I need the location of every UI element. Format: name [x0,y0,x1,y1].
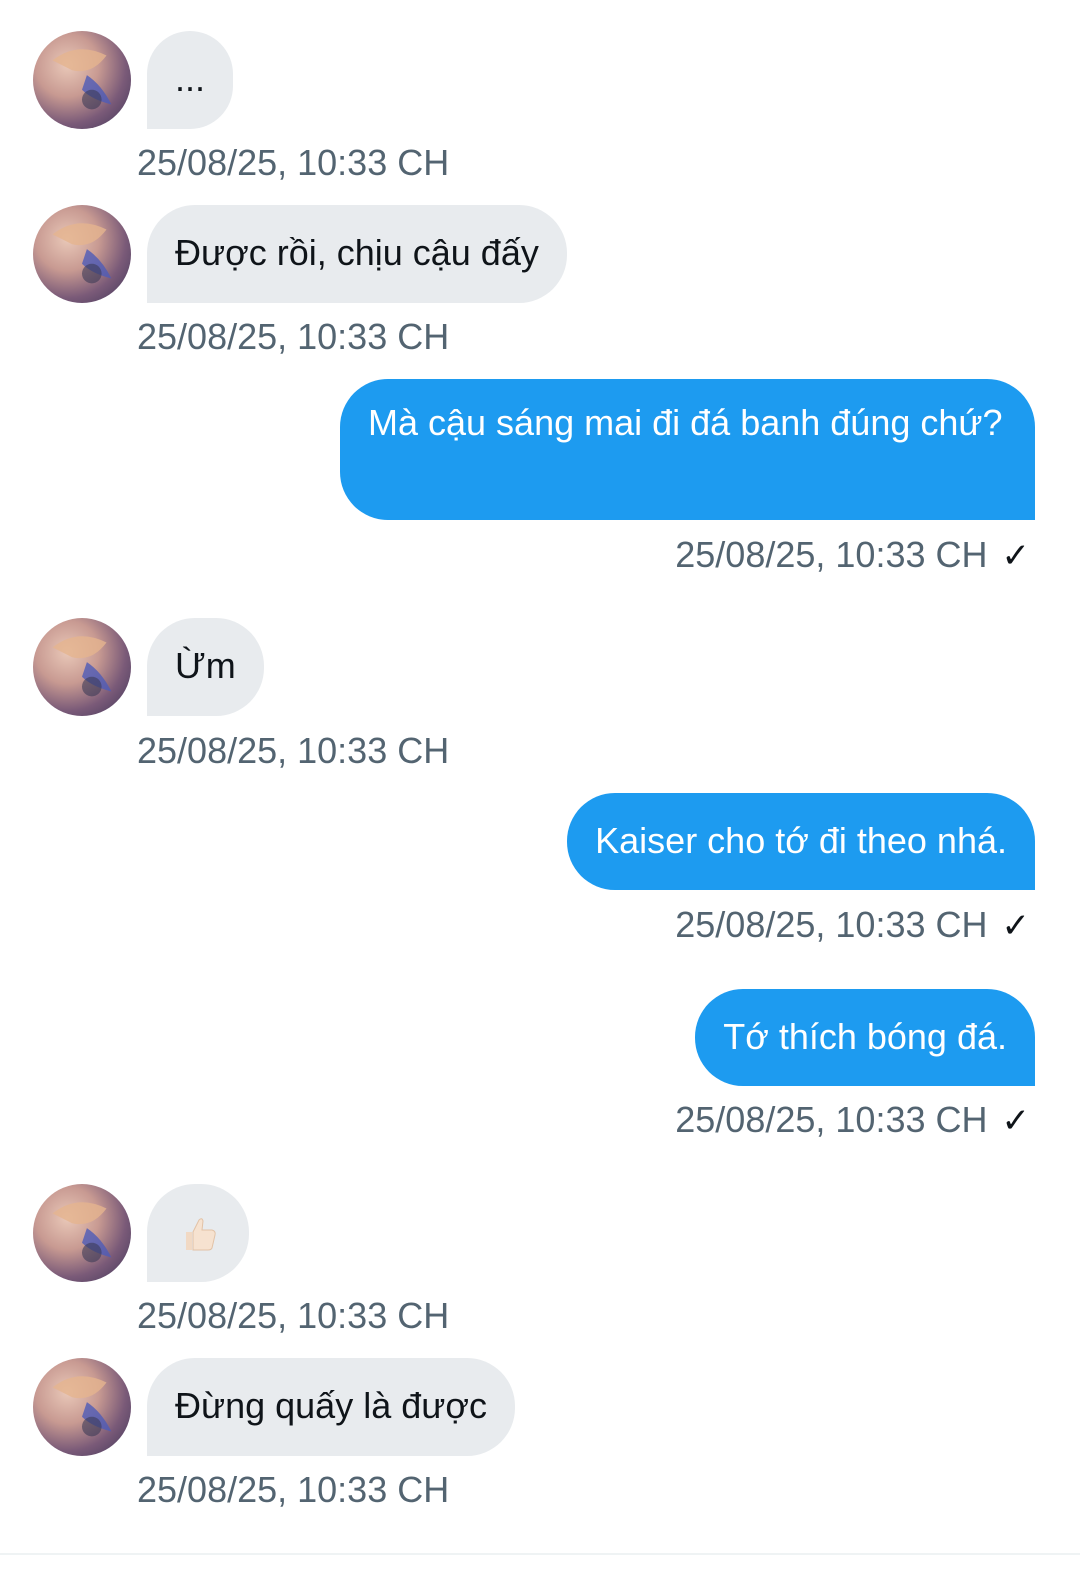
message-timestamp: 25/08/25, 10:33 CH [137,316,450,357]
message-text: Tớ thích bóng đá. [723,1016,1007,1057]
message-timestamp: 25/08/25, 10:33 CH [137,1469,450,1510]
thumbs-up-emoji-icon [186,1218,216,1251]
message-timestamp: 25/08/25, 10:33 CH [675,1099,988,1140]
message-text: ... [175,58,206,99]
contact-avatar[interactable] [33,31,131,129]
message-status-row: 25/08/25, 10:33 CH ✓ [675,535,1030,576]
contact-avatar[interactable] [33,1358,131,1456]
message-timestamp: 25/08/25, 10:33 CH [137,730,450,771]
message-text: Ừm [175,645,236,686]
divider [0,1553,1080,1555]
message-status-row: 25/08/25, 10:33 CH ✓ [675,1100,1030,1141]
check-icon: ✓ [1001,537,1031,575]
message-timestamp: 25/08/25, 10:33 CH [675,534,988,575]
message-text: Đừng quấy là được [175,1385,487,1426]
message-bubble-outgoing[interactable]: Tớ thích bóng đá. [695,989,1035,1086]
message-text: Mà cậu sáng mai đi đá banh đúng chứ? [368,402,1003,443]
message-text: Được rồi, chịu cậu đấy [175,232,539,273]
contact-avatar[interactable] [33,1184,131,1282]
message-timestamp: 25/08/25, 10:33 CH [137,142,450,183]
chat-thread: ... 25/08/25, 10:33 CH Được rồi, chịu cậ… [0,0,1080,1585]
contact-avatar[interactable] [33,618,131,716]
message-bubble-incoming[interactable]: ... [147,31,234,129]
message-timestamp: 25/08/25, 10:33 CH [675,904,988,945]
check-icon: ✓ [1001,907,1031,945]
message-bubble-incoming[interactable]: Ừm [147,618,264,716]
message-bubble-incoming[interactable]: Đừng quấy là được [147,1358,515,1456]
message-bubble-outgoing[interactable]: Kaiser cho tớ đi theo nhá. [567,793,1035,890]
message-bubble-incoming[interactable]: Được rồi, chịu cậu đấy [147,205,567,303]
contact-avatar[interactable] [33,205,131,303]
message-timestamp: 25/08/25, 10:33 CH [137,1295,450,1336]
message-status-row: 25/08/25, 10:33 CH ✓ [675,905,1030,946]
message-text: Kaiser cho tớ đi theo nhá. [595,820,1007,861]
check-icon: ✓ [1001,1102,1031,1140]
message-bubble-incoming[interactable] [147,1184,249,1282]
message-bubble-outgoing[interactable]: Mà cậu sáng mai đi đá banh đúng chứ? [340,379,1035,520]
